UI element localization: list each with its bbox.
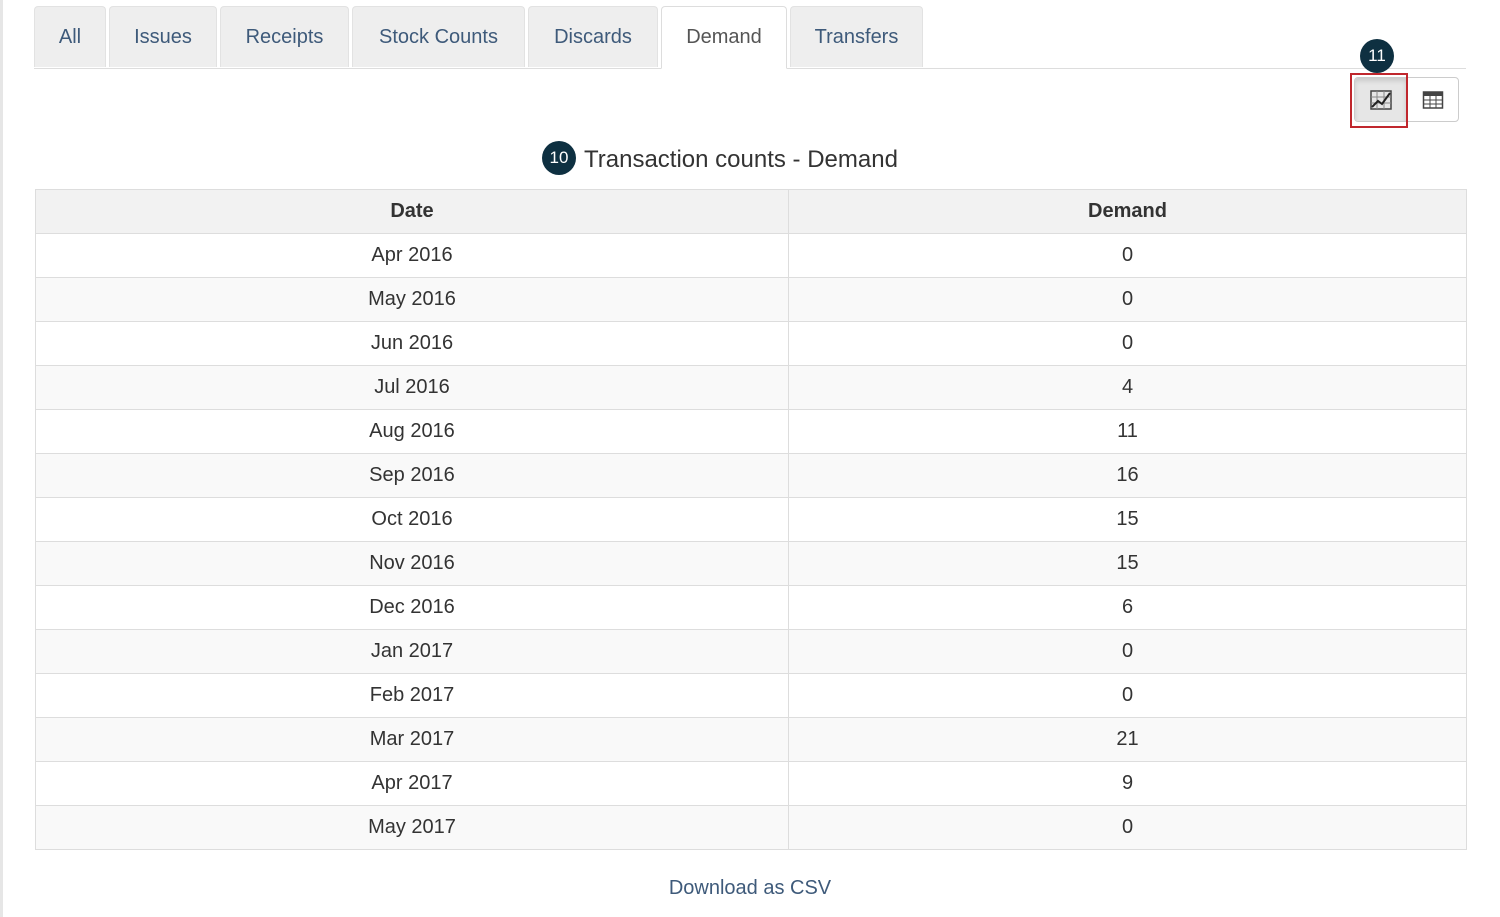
transaction-table: Date Demand Apr 2016 0 May 2016 0 Jun 2016 0 J… [35, 189, 1467, 850]
tab-receipts[interactable]: Receipts [220, 6, 349, 67]
demand-cell: 0 [788, 629, 1467, 674]
demand-cell: 6 [788, 585, 1467, 630]
annotation-marker-11: 11 [1360, 39, 1394, 73]
table-row: Sep 2016 16 [35, 453, 1467, 498]
table-header-row: Date Demand [35, 189, 1467, 234]
table-row: Oct 2016 15 [35, 497, 1467, 542]
demand-cell: 0 [788, 321, 1467, 366]
date-cell: Jul 2016 [35, 365, 789, 410]
tab-bar: All Issues Receipts Stock Counts Discard… [34, 6, 1466, 69]
demand-cell: 15 [788, 497, 1467, 542]
table-row: Dec 2016 6 [35, 585, 1467, 630]
table-row: Apr 2016 0 [35, 233, 1467, 278]
date-cell: Jun 2016 [35, 321, 789, 366]
date-cell: Oct 2016 [35, 497, 789, 542]
date-cell: Jan 2017 [35, 629, 789, 674]
column-header-demand[interactable]: Demand [788, 189, 1467, 234]
demand-cell: 21 [788, 717, 1467, 762]
table-view-button[interactable] [1406, 78, 1458, 121]
download-csv-link[interactable]: Download as CSV [0, 877, 1500, 900]
date-cell: Feb 2017 [35, 673, 789, 718]
table-row: Nov 2016 15 [35, 541, 1467, 586]
demand-cell: 11 [788, 409, 1467, 454]
table-row: Feb 2017 0 [35, 673, 1467, 718]
demand-cell: 4 [788, 365, 1467, 410]
date-cell: Mar 2017 [35, 717, 789, 762]
date-cell: May 2017 [35, 805, 789, 850]
table-row: Mar 2017 21 [35, 717, 1467, 762]
table-row: Apr 2017 9 [35, 761, 1467, 806]
table-row: Aug 2016 11 [35, 409, 1467, 454]
demand-cell: 0 [788, 277, 1467, 322]
demand-cell: 0 [788, 673, 1467, 718]
date-cell: Apr 2017 [35, 761, 789, 806]
date-cell: Nov 2016 [35, 541, 789, 586]
table-icon [1422, 90, 1443, 109]
demand-cell: 0 [788, 805, 1467, 850]
table-row: Jul 2016 4 [35, 365, 1467, 410]
tab-issues[interactable]: Issues [109, 6, 217, 67]
tab-transfers[interactable]: Transfers [790, 6, 923, 67]
table-row: Jun 2016 0 [35, 321, 1467, 366]
demand-cell: 15 [788, 541, 1467, 586]
date-cell: Sep 2016 [35, 453, 789, 498]
tab-stock-counts[interactable]: Stock Counts [352, 6, 525, 67]
date-cell: Dec 2016 [35, 585, 789, 630]
page-title: Transaction counts - Demand [584, 146, 898, 173]
demand-cell: 9 [788, 761, 1467, 806]
table-row: May 2016 0 [35, 277, 1467, 322]
tab-all[interactable]: All [34, 6, 106, 67]
date-cell: Apr 2016 [35, 233, 789, 278]
demand-cell: 0 [788, 233, 1467, 278]
window-edge [0, 0, 3, 917]
demand-cell: 16 [788, 453, 1467, 498]
annotation-marker-10: 10 [542, 141, 576, 175]
date-cell: Aug 2016 [35, 409, 789, 454]
tab-discards[interactable]: Discards [528, 6, 658, 67]
date-cell: May 2016 [35, 277, 789, 322]
tab-demand[interactable]: Demand [661, 6, 787, 69]
annotation-highlight-box [1350, 73, 1408, 128]
table-row: Jan 2017 0 [35, 629, 1467, 674]
column-header-date[interactable]: Date [35, 189, 789, 234]
table-row: May 2017 0 [35, 805, 1467, 850]
